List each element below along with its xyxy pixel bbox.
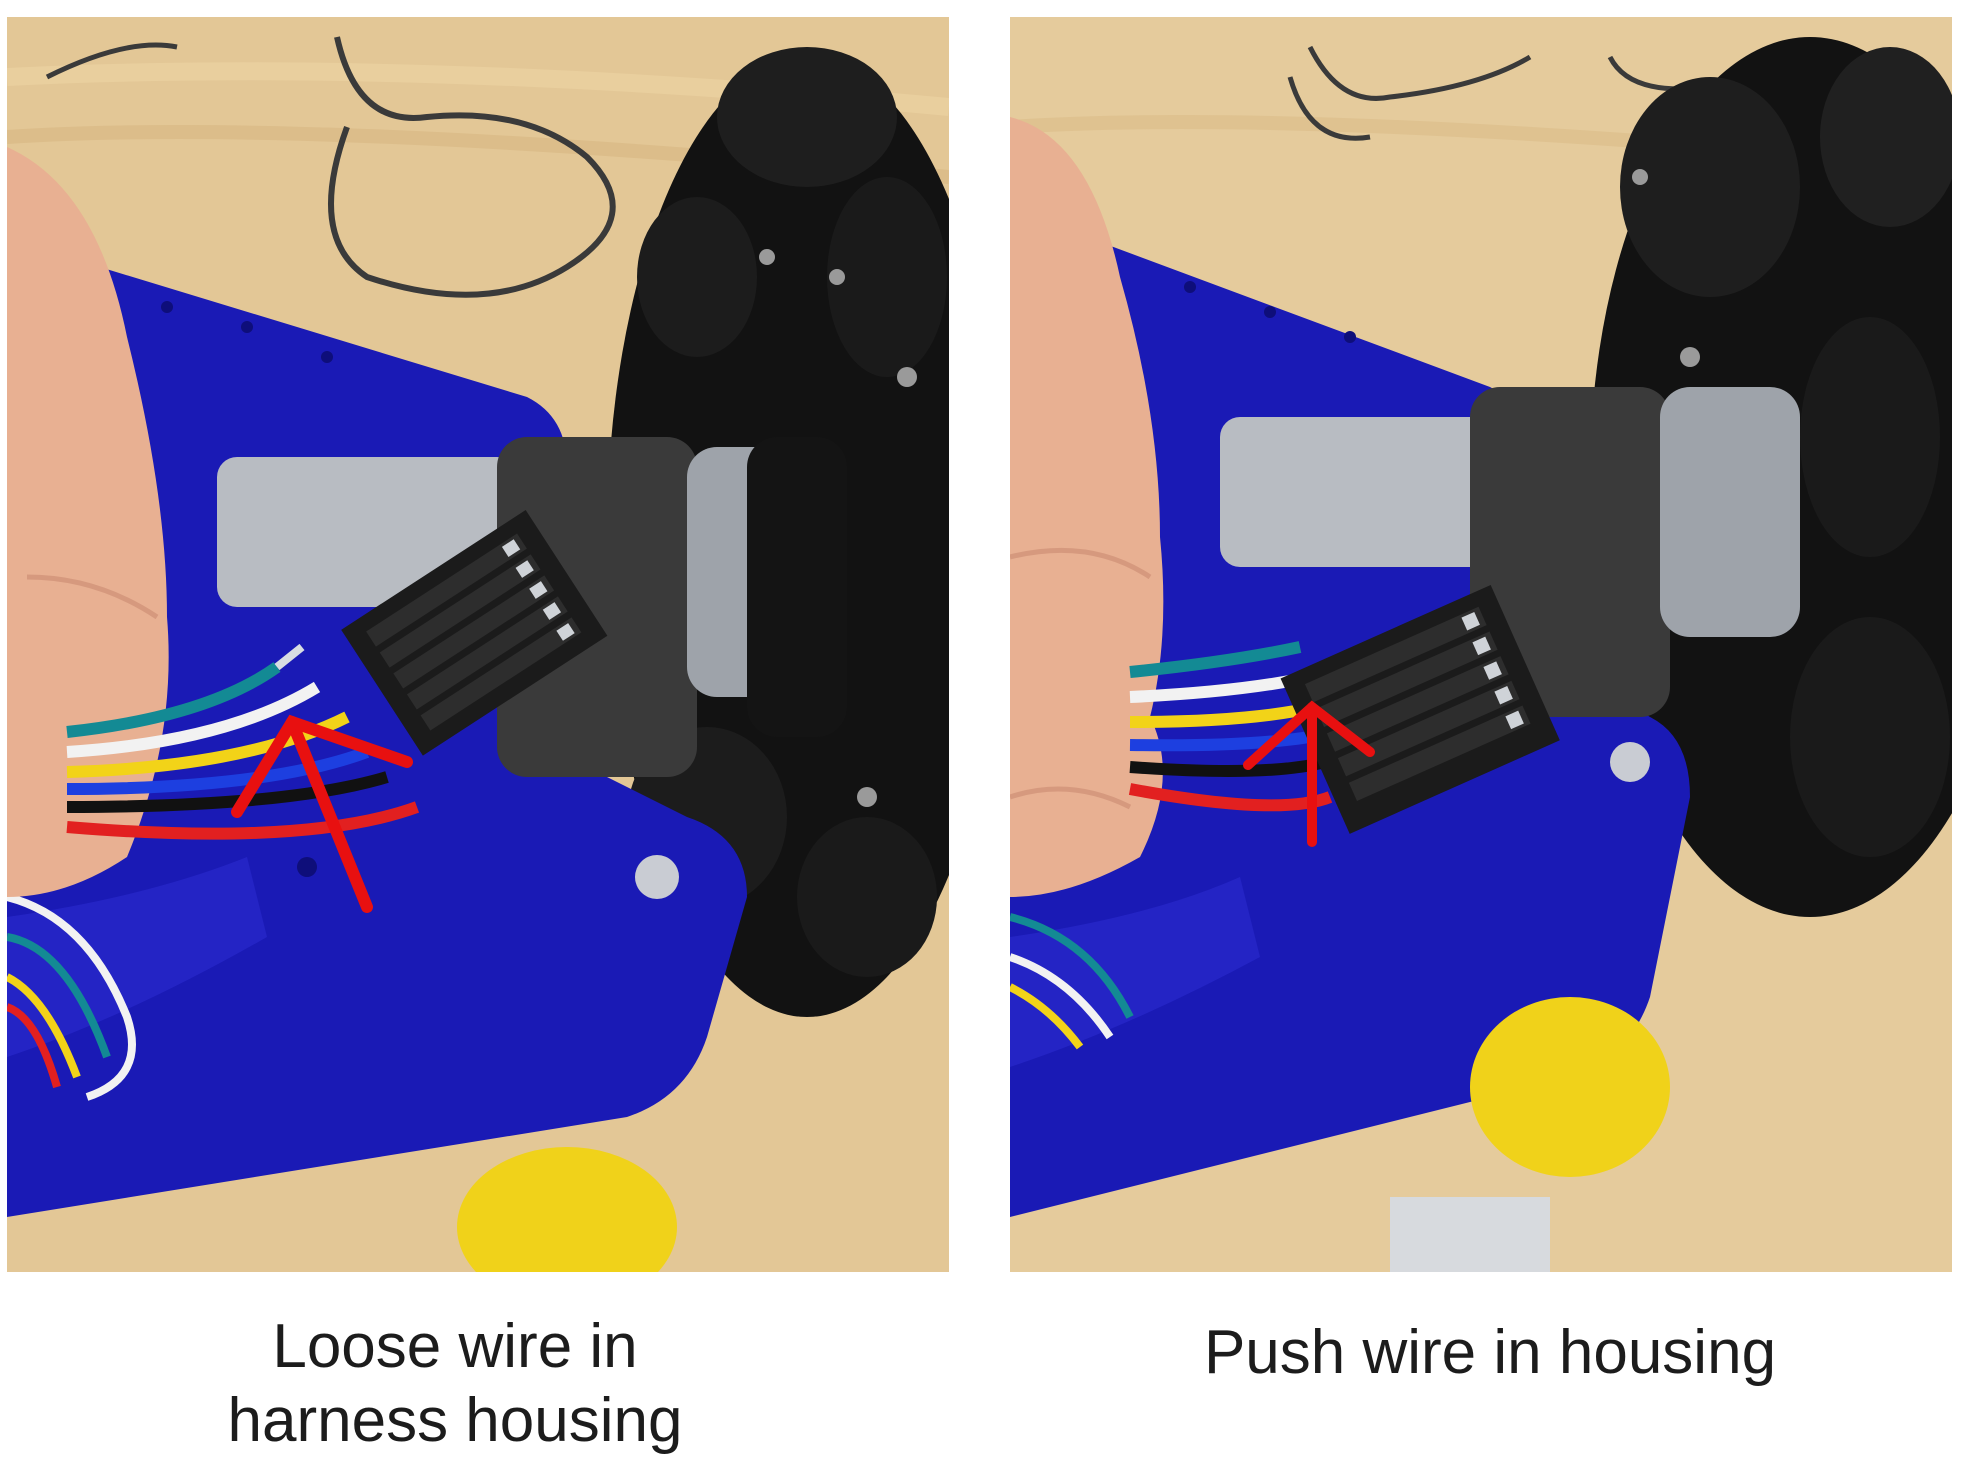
caption-push-wire: Push wire in housing (1060, 1316, 1920, 1390)
caption-line: Loose wire in (272, 1312, 638, 1381)
yellow-wheel (1470, 997, 1670, 1177)
photo-loose-wire-illustration (7, 17, 949, 1272)
caption-loose-wire: Loose wire in harness housing (60, 1310, 850, 1458)
caption-line: Push wire in housing (1203, 1318, 1777, 1387)
photo-wire-pushed-in-illustration (1010, 17, 1952, 1272)
photo-loose-wire (7, 17, 949, 1272)
plate-screw (1610, 742, 1650, 782)
photo-wire-pushed-in (1010, 17, 1952, 1272)
caption-line: harness housing (227, 1386, 683, 1455)
plate-screw (635, 855, 679, 899)
